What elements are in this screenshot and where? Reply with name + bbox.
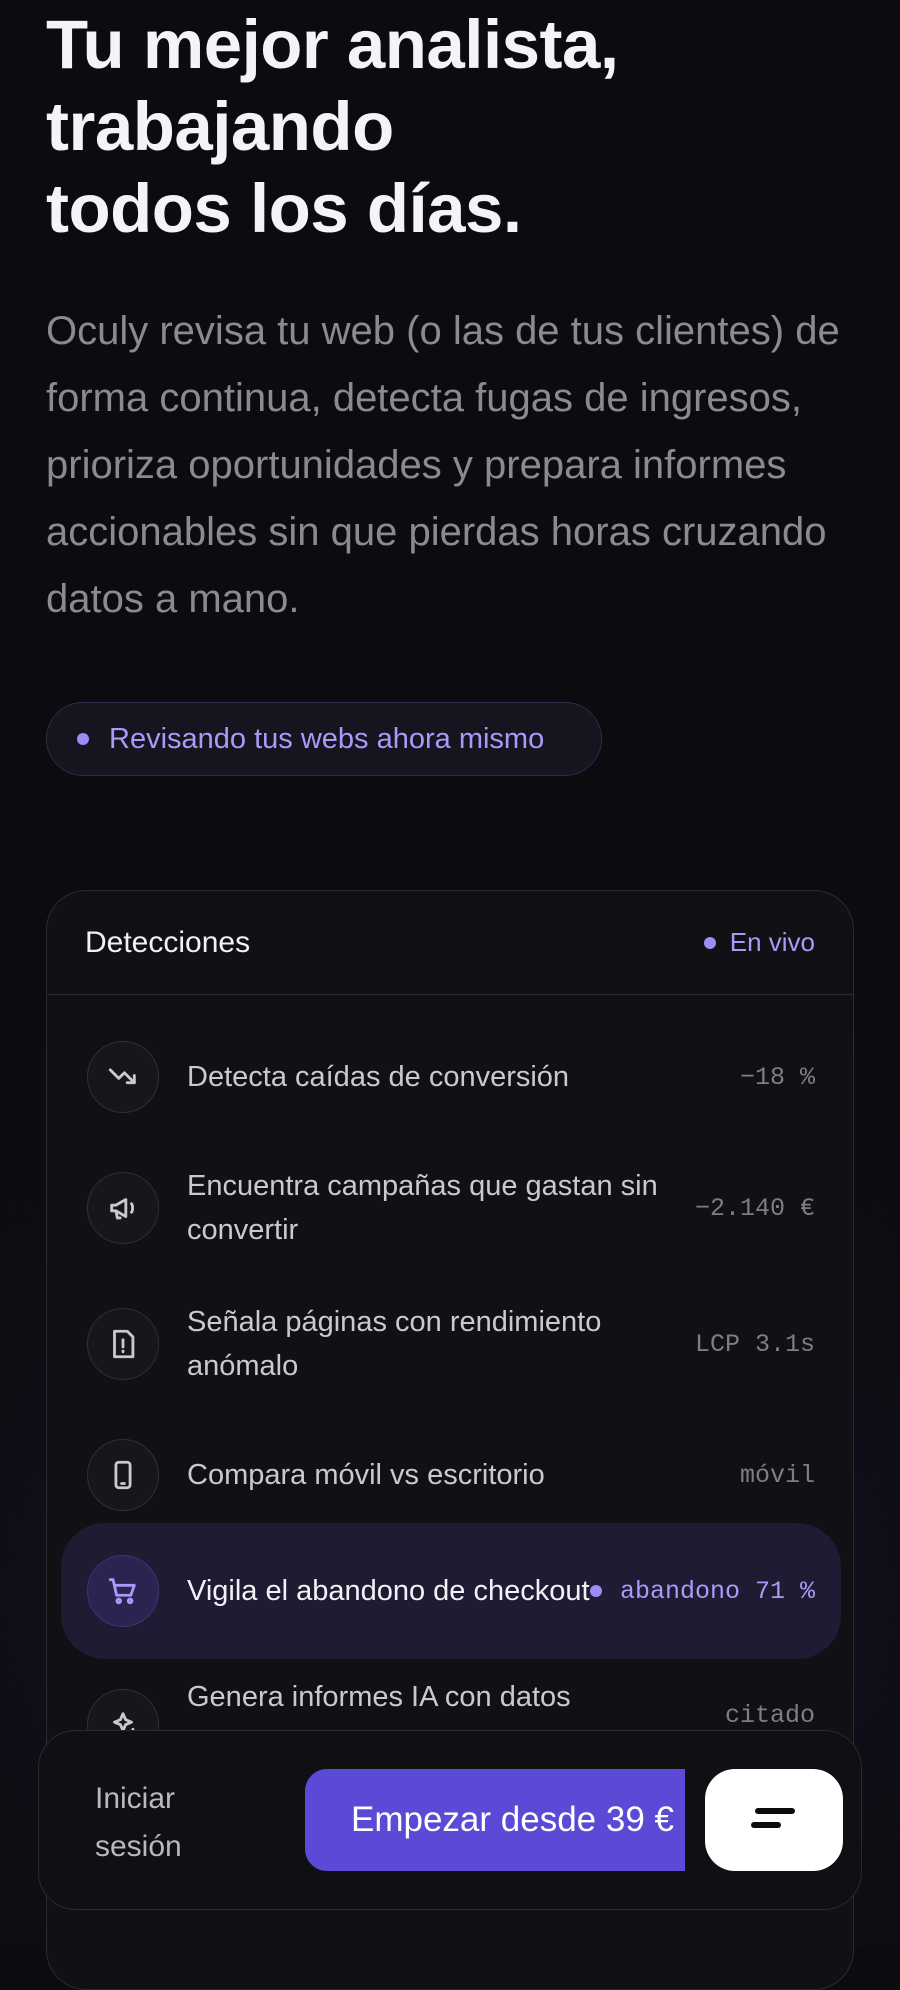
hero-description: Oculy revisa tu web (o las de tus client… [46,309,840,621]
status-pill: Revisando tus webs ahora mismo [46,702,602,776]
login-link[interactable]: Iniciar sesión [95,1775,255,1871]
start-cta-label: Empezar desde 39 € [351,1800,674,1839]
menu-icon [748,1802,800,1839]
bottom-action-bar: Iniciar sesión Empezar desde 39 € [38,1730,862,1910]
detection-label: Detecta caídas de conversión [187,1061,570,1093]
hero-title-line-3: todos los días. [46,170,522,247]
trending-down-icon [87,1041,159,1113]
start-cta-button[interactable]: Empezar desde 39 € [305,1769,685,1871]
detection-row[interactable]: Compara móvil vs escritorio móvil [61,1425,841,1525]
detections-title: Detecciones [85,925,251,959]
detection-label: Genera informes IA con datos [187,1681,571,1713]
cart-icon [87,1555,159,1627]
detection-value: LCP 3.1s [694,1329,815,1359]
detection-label: Vigila el abandono de checkout [187,1575,590,1607]
live-dot-icon [703,936,716,949]
detections-panel-header: Detecciones En vivo [47,891,853,995]
active-dot-icon [589,1585,602,1597]
detection-value: −18 % [739,1062,815,1092]
detection-row[interactable]: Señala páginas con rendimiento anómalo L… [61,1289,841,1399]
hero-title-line-1: Tu mejor analista, [46,6,619,83]
detection-value: citado [724,1701,815,1730]
smartphone-icon [87,1439,159,1511]
live-indicator: En vivo [703,927,815,958]
detection-row[interactable]: Detecta caídas de conversión −18 % [61,1027,841,1127]
detection-value: −2.140 € [694,1193,815,1223]
detection-value: móvil [739,1460,815,1490]
detection-row-active[interactable]: Vigila el abandono de checkout abandono … [61,1523,841,1659]
detection-value: abandono 71 % [619,1576,815,1606]
menu-button[interactable] [705,1769,843,1871]
detection-label: Señala páginas con rendimiento anómalo [187,1306,602,1382]
detection-label: Compara móvil vs escritorio [187,1459,545,1491]
live-label: En vivo [729,927,815,957]
detection-label: Encuentra campañas que gastan sin conver… [187,1170,658,1246]
status-dot-icon [77,733,89,745]
hero-title-line-2: trabajando [46,88,394,165]
detection-value-wrap: abandono 71 % [589,1576,815,1606]
status-pill-label: Revisando tus webs ahora mismo [109,722,545,755]
alert-document-icon [87,1308,159,1380]
detection-row[interactable]: Encuentra campañas que gastan sin conver… [61,1153,841,1263]
megaphone-icon [87,1172,159,1244]
hero-title: Tu mejor analista, trabajando todos los … [46,4,866,250]
